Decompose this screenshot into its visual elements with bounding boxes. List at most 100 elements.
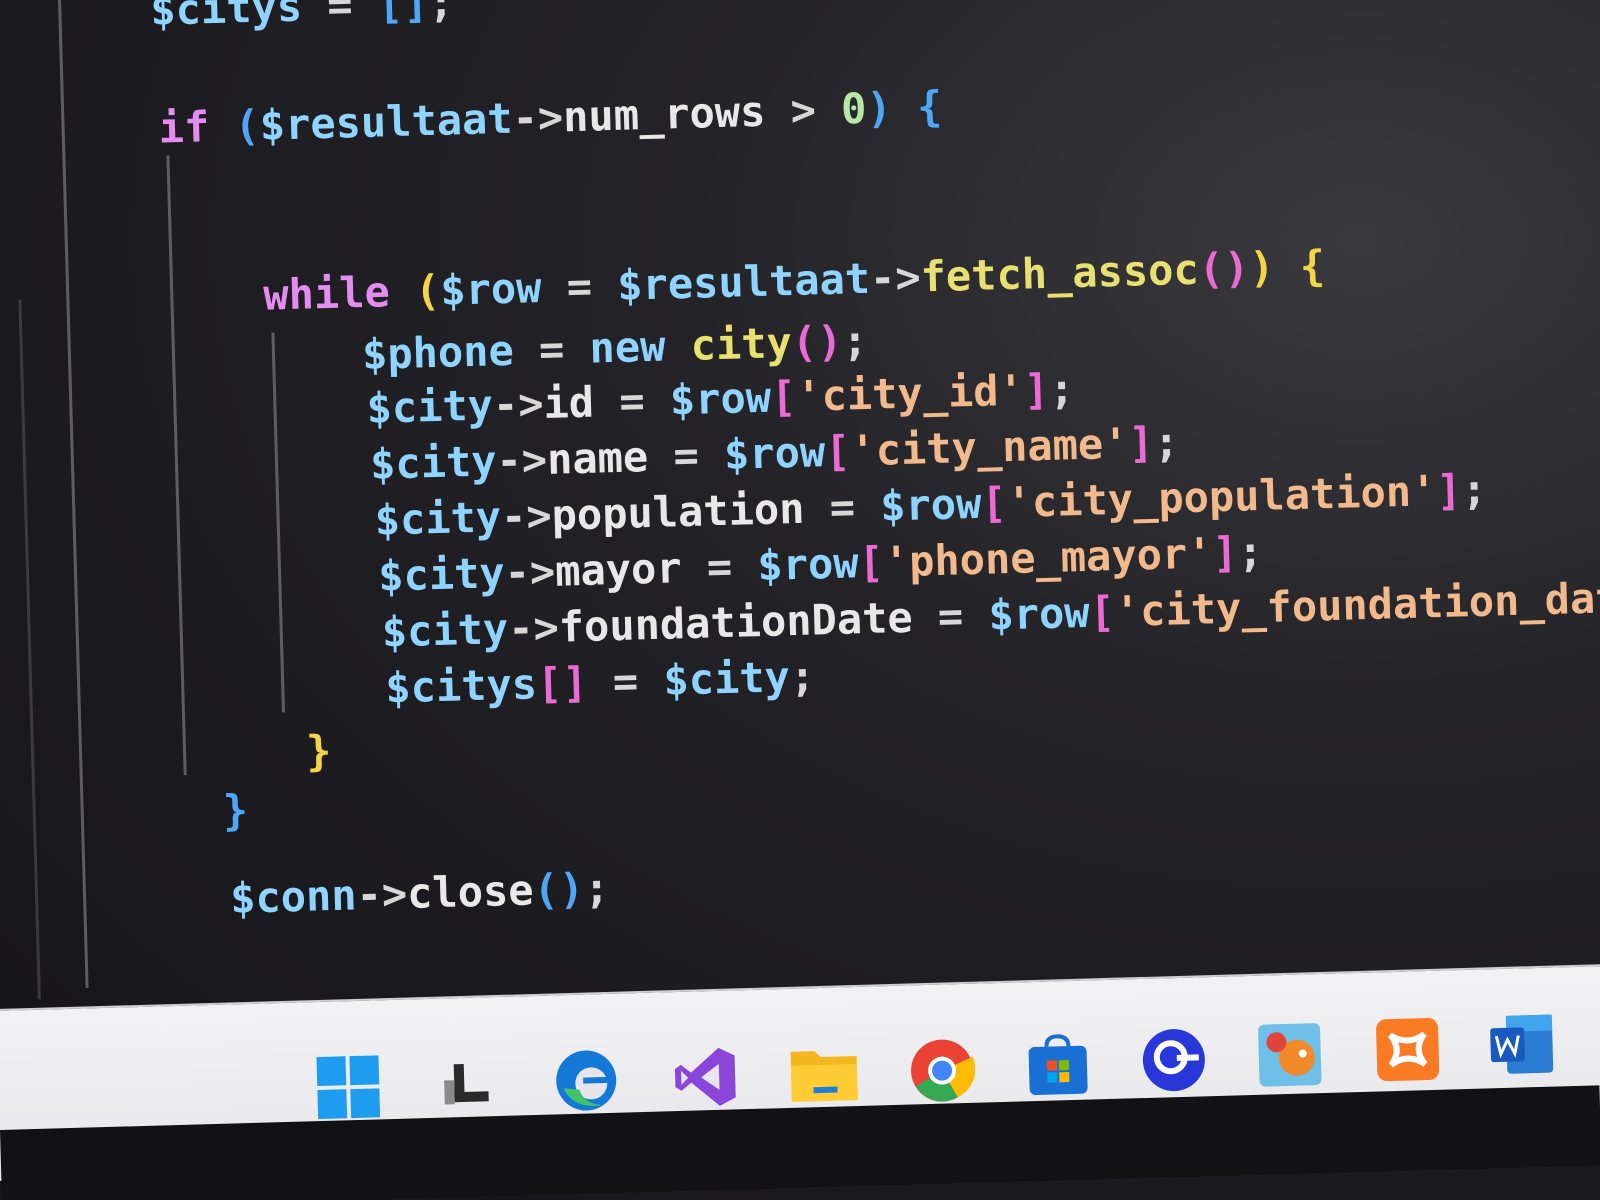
code-token: ; — [427, 0, 455, 28]
code-token: -> — [500, 490, 553, 542]
windows-start-icon[interactable] — [311, 1050, 385, 1124]
file-explorer-icon[interactable] — [787, 1037, 861, 1111]
code-token: ) — [865, 83, 893, 133]
code-token: = — [911, 590, 990, 642]
code-token: city — [689, 318, 793, 370]
code-token: $phone — [361, 325, 515, 380]
code-token: [ — [1088, 587, 1116, 637]
code-token: num_rows — [562, 86, 767, 142]
code-token: $row — [756, 538, 860, 591]
code-token: mayor — [554, 543, 683, 596]
code-token: = — [586, 655, 665, 707]
code-token: -> — [511, 92, 564, 143]
code-token: { — [1299, 241, 1326, 291]
task-view-icon[interactable] — [429, 1047, 503, 1121]
code-token: } — [305, 726, 333, 776]
code-editor[interactable]: $citys = []; if ($resultaat->num_rows > … — [0, 0, 1600, 1000]
code-token: ; — [1460, 464, 1488, 515]
code-token: ; — [1048, 364, 1076, 414]
code-token: foundationDate — [558, 592, 914, 652]
search-app-icon[interactable] — [1137, 1023, 1211, 1097]
code-token: -> — [869, 252, 922, 303]
code-token: population — [550, 483, 806, 540]
code-token: -> — [495, 434, 548, 486]
code-token: ; — [841, 315, 869, 366]
indent-guide — [57, 0, 89, 988]
code-token: ( — [414, 265, 441, 316]
code-line[interactable]: $citys[] = $city; — [385, 652, 816, 713]
code-token: $citys — [149, 0, 303, 35]
code-token: = — [593, 375, 671, 427]
chrome-browser-icon[interactable] — [905, 1034, 979, 1108]
code-token: $conn — [229, 870, 358, 923]
code-line[interactable]: $phone = new city(); — [361, 316, 868, 379]
code-line[interactable]: while ($row = $resultaat->fetch_assoc())… — [263, 241, 1326, 320]
code-token: ] — [1211, 527, 1239, 578]
code-line[interactable]: if ($resultaat->num_rows > 0) { — [158, 82, 943, 153]
code-token: ; — [1153, 417, 1180, 467]
code-token: = — [803, 481, 881, 533]
code-token: ] — [1435, 465, 1463, 516]
code-token: close — [406, 865, 535, 918]
code-token: 'city_foundation_date' — [1114, 571, 1600, 637]
code-token: -> — [492, 378, 545, 430]
indent-guide — [271, 332, 286, 713]
code-token: $citys — [384, 659, 538, 713]
code-token: = — [540, 260, 618, 312]
code-token: -> — [503, 546, 556, 598]
code-token: -> — [507, 602, 560, 654]
code-token: [] — [536, 657, 589, 709]
indent-guide — [18, 299, 41, 1000]
code-token: = — [301, 0, 379, 31]
code-token: 'city_name' — [849, 418, 1130, 476]
edge-browser-icon[interactable] — [549, 1044, 623, 1118]
code-token: 'city_id' — [795, 365, 1025, 421]
code-token: () — [1197, 243, 1250, 294]
code-token: ; — [1237, 526, 1264, 577]
code-token: $resultaat — [259, 93, 514, 150]
code-token: $city — [365, 380, 494, 433]
code-token: ] — [1127, 417, 1155, 468]
code-token: { — [916, 81, 943, 132]
code-token: $row — [439, 263, 543, 315]
code-token: ] — [1023, 364, 1050, 415]
code-token: -> — [355, 868, 408, 920]
code-token: [ — [857, 537, 885, 588]
code-token: > — [764, 84, 842, 136]
code-line[interactable]: $conn->close(); — [229, 863, 610, 923]
code-token: if — [157, 102, 210, 153]
code-token: [ — [770, 371, 797, 422]
code-token: } — [222, 785, 249, 836]
game-app-icon[interactable] — [1253, 1018, 1327, 1092]
code-token: () — [532, 864, 585, 915]
code-token: () — [791, 316, 844, 368]
code-token: = — [513, 323, 591, 375]
code-token: ) — [1248, 242, 1276, 293]
code-token: $city — [369, 436, 498, 489]
code-token: name — [546, 432, 649, 484]
code-token: = — [680, 541, 759, 593]
code-token: = — [647, 429, 725, 482]
code-token: $row — [669, 372, 772, 425]
code-token: new — [588, 321, 667, 373]
photo-of-monitor: $citys = []; if ($resultaat->num_rows > … — [0, 0, 1600, 1200]
code-token: id — [542, 377, 595, 428]
microsoft-store-icon[interactable] — [1021, 1028, 1095, 1102]
code-token: ( — [233, 100, 261, 151]
code-token: fetch_assoc — [919, 244, 1200, 302]
code-token: while — [262, 267, 391, 320]
code-line[interactable]: $citys = []; — [150, 0, 455, 35]
indent-guide — [166, 155, 187, 776]
code-token: 'phone_mayor' — [883, 528, 1214, 587]
visual-studio-icon[interactable] — [669, 1040, 743, 1114]
code-line[interactable]: } — [305, 726, 332, 776]
code-line[interactable]: } — [222, 785, 249, 835]
code-token: [ — [980, 478, 1008, 528]
code-token: $row — [879, 478, 983, 531]
xampp-icon[interactable] — [1371, 1013, 1445, 1087]
word-icon[interactable] — [1485, 1007, 1559, 1081]
